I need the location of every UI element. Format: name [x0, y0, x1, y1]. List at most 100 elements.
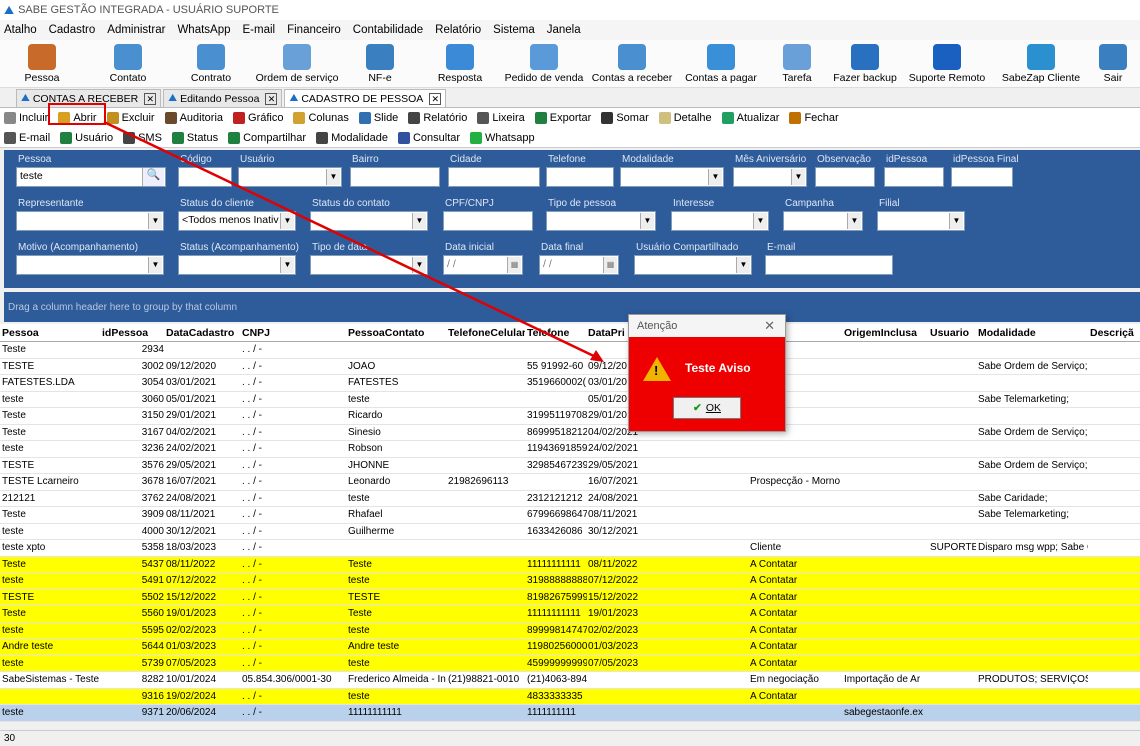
table-row[interactable]: Andre teste 5644 01/03/2023 . . / - Andre t…	[0, 639, 1140, 656]
menu-item[interactable]: Sistema	[493, 24, 535, 36]
column-header[interactable]: Modalidade	[978, 327, 1088, 339]
menu-item[interactable]: Administrar	[107, 24, 165, 36]
action-button[interactable]: Exportar	[534, 112, 591, 124]
tab[interactable]: ⛰ Editando Pessoa ✕	[163, 89, 283, 107]
action-button[interactable]: E-mail	[4, 131, 50, 144]
toolbar-button[interactable]: NF-e	[344, 39, 416, 87]
toolbar-button[interactable]: SabeZap Cliente	[996, 39, 1086, 87]
menu-item[interactable]: WhatsApp	[177, 24, 230, 36]
column-header[interactable]: Pessoa	[2, 327, 100, 339]
table-row[interactable]: teste 5491 07/12/2022 . . / - teste 31988888…	[0, 573, 1140, 590]
telefone-input[interactable]	[546, 167, 614, 187]
table-row[interactable]: TESTE 3576 29/05/2021 . . / - JHONNE 3298546…	[0, 457, 1140, 474]
toolbar-button[interactable]: Suporte Remoto	[898, 39, 996, 87]
email-input[interactable]	[765, 255, 893, 275]
table-row[interactable]: TESTE 5502 15/12/2022 . . / - TESTE 81982675…	[0, 589, 1140, 606]
toolbar-button[interactable]: Sair	[1086, 39, 1140, 87]
action-button[interactable]: Whatsapp	[470, 131, 535, 144]
action-button[interactable]: Colunas	[293, 112, 349, 124]
calendar-icon[interactable]: ▦	[603, 257, 617, 273]
usuario-compartilhado-select[interactable]: ▼	[634, 255, 752, 275]
action-button[interactable]: Compartilhar	[228, 131, 306, 144]
ok-button[interactable]: ✔ OK	[673, 397, 741, 419]
table-row[interactable]: teste 4000 30/12/2021 . . / - Guilherme 1633…	[0, 523, 1140, 540]
toolbar-button[interactable]: Resposta	[416, 39, 504, 87]
action-button[interactable]: Fechar	[789, 112, 839, 124]
cpf-cnpj-input[interactable]	[443, 211, 533, 231]
toolbar-button[interactable]: Contas a pagar	[680, 39, 762, 87]
campanha-select[interactable]: ▼	[783, 211, 863, 231]
action-button[interactable]: Gráfico	[233, 112, 283, 124]
interesse-select[interactable]: ▼	[671, 211, 769, 231]
column-header[interactable]: CNPJ	[242, 327, 346, 339]
toolbar-button[interactable]: Fazer backup	[832, 39, 898, 87]
toolbar-button[interactable]: Pedido de venda	[504, 39, 584, 87]
bairro-input[interactable]	[350, 167, 440, 187]
table-row[interactable]: teste 3236 24/02/2021 . . / - Robson 1194369…	[0, 441, 1140, 458]
column-header[interactable]: Usuario	[930, 327, 976, 339]
tipo-data-select[interactable]: ▼	[310, 255, 428, 275]
column-header[interactable]: Telefone	[527, 327, 587, 339]
data-inicial-input[interactable]: / / ▦	[443, 255, 523, 275]
table-row[interactable]: teste 5739 07/05/2023 . . / - teste 45999999…	[0, 655, 1140, 672]
table-row[interactable]: teste 3060 05/01/2021 . . / - teste 05/01/20…	[0, 391, 1140, 408]
idpessoa-final-input[interactable]	[951, 167, 1013, 187]
cidade-input[interactable]	[448, 167, 540, 187]
table-row[interactable]: teste 9371 20/06/2024 . . / -11111111111 11…	[0, 705, 1140, 722]
codigo-input[interactable]	[178, 167, 232, 187]
action-button[interactable]: Somar	[601, 112, 649, 124]
group-by-bar[interactable]: Drag a column header here to group by th…	[4, 292, 1140, 322]
calendar-icon[interactable]: ▦	[507, 257, 521, 273]
table-row[interactable]: 212121 3762 24/08/2021 . . / - teste 2312121…	[0, 490, 1140, 507]
table-row[interactable]: Teste 3150 29/01/2021 . . / - Ricardo 319951…	[0, 408, 1140, 425]
action-button[interactable]: Auditoria	[164, 112, 223, 124]
table-row[interactable]: Teste 5560 19/01/2023 . . / - Teste 11111111…	[0, 606, 1140, 623]
tab[interactable]: ⛰ CADASTRO DE PESSOA ✕	[284, 89, 447, 107]
action-button[interactable]: Consultar	[397, 131, 460, 144]
table-row[interactable]: Teste 3909 08/11/2021 . . / - Rhafael 679966…	[0, 507, 1140, 524]
close-icon[interactable]: ✕	[764, 318, 775, 334]
menu-item[interactable]: Atalho	[4, 24, 37, 36]
action-button[interactable]: Incluir	[4, 112, 48, 124]
table-row[interactable]: TESTE Lcarneiro 3678 16/07/2021 . . / - Leo…	[0, 474, 1140, 491]
table-row[interactable]: Teste 5437 08/11/2022 . . / - Teste 11111111…	[0, 556, 1140, 573]
menu-item[interactable]: Janela	[547, 24, 581, 36]
filial-select[interactable]: ▼	[877, 211, 965, 231]
idpessoa-input[interactable]	[884, 167, 944, 187]
table-row[interactable]: 9316 19/02/2024 . . / - teste 4833333335 A C…	[0, 688, 1140, 705]
column-header[interactable]: Descriçã	[1090, 327, 1140, 339]
mes-aniversario-select[interactable]: ▼	[733, 167, 807, 187]
modalidade-select[interactable]: ▼	[620, 167, 724, 187]
toolbar-button[interactable]: Contrato	[172, 39, 250, 87]
status-cliente-select[interactable]: <Todos menos Inativ ▼	[178, 211, 296, 231]
close-icon[interactable]: ✕	[144, 92, 157, 105]
table-row[interactable]: Teste 3167 04/02/2021 . . / - Sinesio 869995…	[0, 424, 1140, 441]
close-icon[interactable]: ✕	[265, 92, 278, 105]
table-row[interactable]: teste 5595 02/02/2023 . . / - teste 89999814…	[0, 622, 1140, 639]
toolbar-button[interactable]: Pessoa	[0, 39, 84, 87]
column-header[interactable]: DataCadastro	[166, 327, 240, 339]
column-header[interactable]: OrigemInclusa	[844, 327, 928, 339]
menu-item[interactable]: E-mail	[243, 24, 276, 36]
action-button[interactable]: Modalidade	[316, 131, 388, 144]
representante-select[interactable]: ▼	[16, 211, 164, 231]
action-button[interactable]: Atualizar	[721, 112, 779, 124]
action-button[interactable]: Slide	[358, 112, 398, 124]
status-contato-select[interactable]: ▼	[310, 211, 428, 231]
action-button[interactable]: Excluir	[106, 112, 155, 124]
column-header[interactable]: TelefoneCelular	[448, 327, 525, 339]
toolbar-button[interactable]: Contas a receber	[584, 39, 680, 87]
toolbar-button[interactable]: Ordem de serviço	[250, 39, 344, 87]
table-row[interactable]: FATESTES.LDA 3054 03/01/2021 . . / - FATEST…	[0, 375, 1140, 392]
observacao-input[interactable]	[815, 167, 875, 187]
status-acomp-select[interactable]: ▼	[178, 255, 296, 275]
column-header[interactable]: PessoaContato	[348, 327, 446, 339]
action-button[interactable]: Usuário	[60, 131, 113, 144]
menu-item[interactable]: Contabilidade	[353, 24, 423, 36]
menu-item[interactable]: Financeiro	[287, 24, 341, 36]
table-row[interactable]: teste xpto 5358 18/03/2023 . . / - Cliente S…	[0, 540, 1140, 557]
action-button[interactable]: SMS	[123, 131, 162, 144]
table-row[interactable]: Teste 2934 . . / -	[0, 342, 1140, 359]
menu-item[interactable]: Cadastro	[49, 24, 96, 36]
search-icon[interactable]: 🔍	[142, 168, 164, 186]
